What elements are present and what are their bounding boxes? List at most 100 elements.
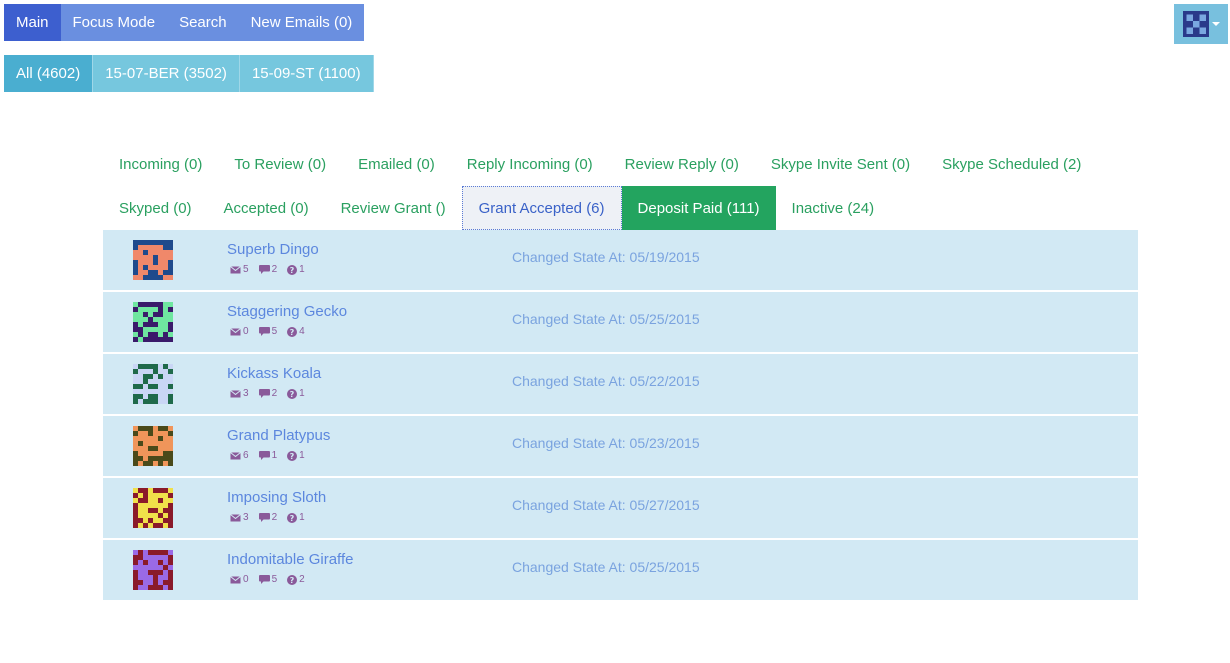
svg-text:?: ?: [290, 576, 295, 585]
cohort-all[interactable]: All (4602): [4, 55, 94, 92]
state-tabs-row-2: Skyped (0) Accepted (0) Review Grant () …: [103, 186, 890, 230]
question-count-value: 1: [299, 512, 305, 523]
envelope-icon: [230, 389, 241, 397]
email-count-value: 0: [243, 574, 249, 585]
comment-icon: [258, 389, 270, 398]
applicant-avatar: [133, 364, 173, 404]
comment-icon: [258, 575, 270, 584]
tab-grant-accepted[interactable]: Grant Accepted (6): [461, 186, 622, 230]
svg-text:?: ?: [290, 514, 295, 523]
comment-count-value: 5: [271, 574, 278, 585]
cohort-filter: All (4602) 15-07-BER (3502) 15-09-ST (11…: [4, 55, 374, 92]
nav-focus-mode[interactable]: Focus Mode: [60, 4, 168, 41]
tab-review-grant[interactable]: Review Grant (): [325, 186, 462, 230]
list-item[interactable]: Superb Dingo 5 2 ? 1 Changed State At: 0…: [103, 230, 1138, 292]
changed-state-date: Changed State At: 05/27/2015: [512, 497, 700, 513]
applicant-name[interactable]: Indomitable Giraffe: [227, 551, 353, 568]
list-item[interactable]: Staggering Gecko 0 5 ? 4 Changed State A…: [103, 292, 1138, 354]
applicant-counts: 6 1 ? 1: [230, 450, 305, 461]
question-circle-icon: ?: [287, 450, 298, 461]
tab-incoming[interactable]: Incoming (0): [103, 142, 218, 186]
nav-main[interactable]: Main: [4, 4, 61, 41]
question-circle-icon: ?: [287, 512, 298, 523]
nav-focus-mode-label: Focus Mode: [72, 14, 156, 31]
applicant-name[interactable]: Staggering Gecko: [227, 303, 347, 320]
applicant-name[interactable]: Imposing Sloth: [227, 489, 326, 506]
comment-count-value: 2: [271, 512, 278, 523]
nav-new-emails[interactable]: New Emails (0): [238, 4, 365, 41]
tab-reply-incoming[interactable]: Reply Incoming (0): [451, 142, 609, 186]
applicant-counts: 0 5 ? 4: [230, 326, 305, 337]
svg-text:?: ?: [290, 452, 295, 461]
applicant-name[interactable]: Kickass Koala: [227, 365, 321, 382]
question-count-value: 1: [299, 388, 305, 399]
tab-deposit-paid[interactable]: Deposit Paid (111): [621, 186, 776, 230]
question-count: ? 1: [287, 264, 305, 275]
user-avatar-icon: [1182, 11, 1209, 37]
chevron-down-icon: [1211, 22, 1220, 26]
cohort-15-07-ber-label: 15-07-BER (3502): [105, 65, 227, 82]
comment-count: 5: [258, 574, 278, 585]
question-count: ? 1: [287, 388, 305, 399]
list-item[interactable]: Imposing Sloth 3 2 ? 1 Changed State At:…: [103, 478, 1138, 540]
email-count-value: 3: [243, 512, 249, 523]
tab-to-review[interactable]: To Review (0): [218, 142, 342, 186]
tab-skype-invite-sent[interactable]: Skype Invite Sent (0): [755, 142, 926, 186]
changed-state-date: Changed State At: 05/23/2015: [512, 435, 700, 451]
question-count: ? 2: [287, 574, 305, 585]
cohort-15-09-st[interactable]: 15-09-ST (1100): [239, 55, 374, 92]
email-count-value: 5: [243, 264, 249, 275]
cohort-15-09-st-label: 15-09-ST (1100): [251, 65, 361, 82]
question-count-value: 1: [299, 450, 305, 461]
applicant-avatar: [133, 426, 173, 466]
comment-count-value: 2: [271, 388, 278, 399]
envelope-icon: [230, 513, 241, 521]
question-count-value: 4: [299, 326, 305, 337]
email-count-value: 0: [243, 326, 249, 337]
tab-inactive[interactable]: Inactive (24): [776, 186, 891, 230]
tab-skyped[interactable]: Skyped (0): [103, 186, 208, 230]
comment-icon: [258, 265, 270, 274]
svg-text:?: ?: [290, 390, 295, 399]
applicant-counts: 5 2 ? 1: [230, 264, 305, 275]
envelope-icon: [230, 451, 241, 459]
email-count: 5: [230, 264, 249, 275]
envelope-icon: [230, 265, 241, 273]
question-circle-icon: ?: [287, 326, 298, 337]
nav-search-label: Search: [179, 14, 227, 31]
list-item[interactable]: Kickass Koala 3 2 ? 1 Changed State At: …: [103, 354, 1138, 416]
comment-count: 2: [258, 264, 278, 275]
question-count-value: 2: [299, 574, 305, 585]
question-circle-icon: ?: [287, 574, 298, 585]
applicant-name[interactable]: Superb Dingo: [227, 241, 319, 258]
nav-main-label: Main: [16, 14, 49, 31]
list-item[interactable]: Grand Platypus 6 1 ? 1 Changed State At:…: [103, 416, 1138, 478]
list-item[interactable]: Indomitable Giraffe 0 5 ? 2 Changed Stat…: [103, 540, 1138, 602]
applicant-avatar: [133, 550, 173, 590]
tab-review-reply[interactable]: Review Reply (0): [609, 142, 755, 186]
comment-count: 2: [258, 512, 278, 523]
question-count: ? 4: [287, 326, 305, 337]
applicant-avatar: [133, 240, 173, 280]
envelope-icon: [230, 575, 241, 583]
nav-new-emails-label: New Emails (0): [250, 14, 353, 31]
nav-search[interactable]: Search: [167, 4, 239, 41]
changed-state-date: Changed State At: 05/22/2015: [512, 373, 700, 389]
applicant-avatar: [133, 302, 173, 342]
changed-state-date: Changed State At: 05/19/2015: [512, 249, 700, 265]
question-count: ? 1: [287, 512, 305, 523]
tab-accepted[interactable]: Accepted (0): [208, 186, 325, 230]
comment-count: 1: [258, 450, 278, 461]
tab-skype-scheduled[interactable]: Skype Scheduled (2): [926, 142, 1097, 186]
comment-count-value: 5: [271, 326, 278, 337]
tab-emailed[interactable]: Emailed (0): [342, 142, 451, 186]
comment-count-value: 1: [271, 450, 278, 461]
email-count: 3: [230, 512, 249, 523]
main-nav: Main Focus Mode Search New Emails (0): [4, 4, 365, 41]
cohort-15-07-ber[interactable]: 15-07-BER (3502): [93, 55, 240, 92]
comment-count-value: 2: [271, 264, 278, 275]
applicant-name[interactable]: Grand Platypus: [227, 427, 330, 444]
question-circle-icon: ?: [287, 264, 298, 275]
user-menu-button[interactable]: [1174, 4, 1228, 44]
question-circle-icon: ?: [287, 388, 298, 399]
